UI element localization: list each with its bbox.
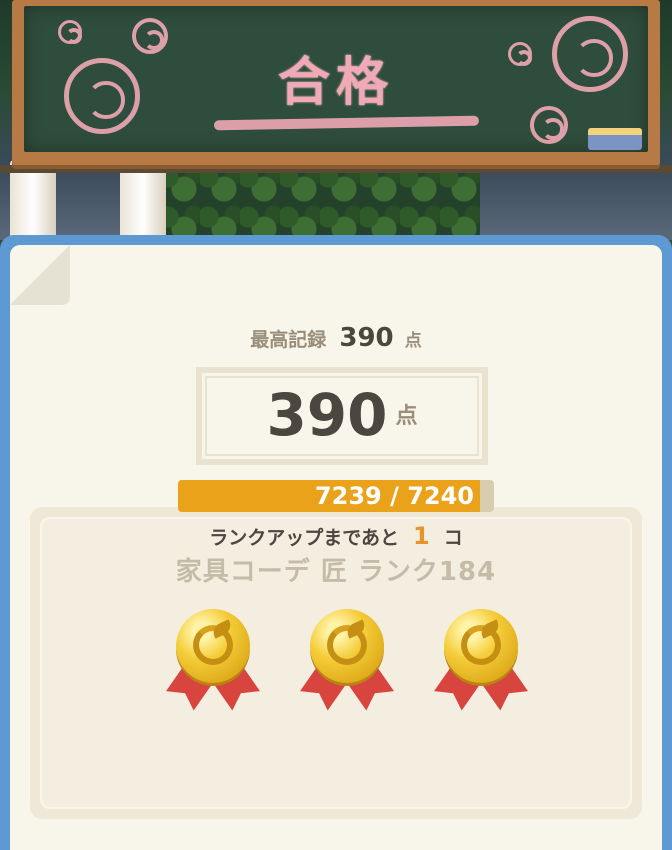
rank-up-suffix: コ [443,527,463,549]
medal-coin [310,609,384,683]
rank-up-remaining: ランクアップまであと 1 コ [0,522,672,550]
rank-progress-bar: 7239 / 7240 [178,480,494,512]
bell-medal-icon [168,609,258,719]
rank-name: 家具コーデ 匠 ランク184 [175,557,497,587]
best-record-unit: 点 [404,331,422,351]
chalkboard: 合格 [12,0,660,165]
chalk-underline [213,115,480,131]
best-record-label: 最高記録 [250,329,327,351]
result-title: 合格 [277,53,394,113]
best-record: 最高記録 390 点 [10,323,662,353]
bell-medal-icon [302,609,392,719]
ivy-wall [160,165,480,240]
score-value: 390 [266,381,388,449]
beam [0,165,672,173]
rank-up-count: 1 [413,522,430,550]
best-record-value: 390 [339,323,394,353]
rank-progress-text: 7239 / 7240 [314,482,474,510]
medal-coin [444,609,518,683]
rank-up-prefix: ランクアップまであと [209,527,400,549]
medal-coin [176,609,250,683]
rank-card: 家具コーデ 匠 ランク184 [30,507,642,819]
eraser-icon [588,128,642,150]
bell-medal-icon [436,609,526,719]
chalkboard-surface: 合格 [24,6,648,152]
score-box: 390 点 [196,367,488,465]
score-display: 390 点 [202,381,482,449]
page-corner [10,245,70,305]
score-unit: 点 [395,404,418,429]
